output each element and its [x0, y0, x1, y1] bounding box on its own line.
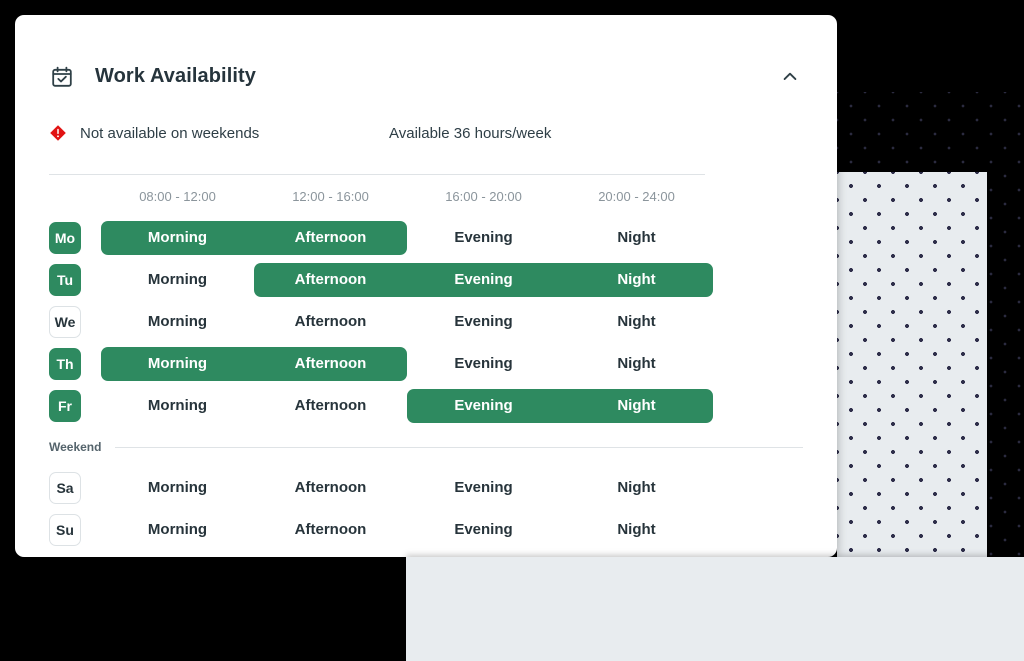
weekday-rows: Mo Morning Afternoon Evening Night Tu Morning A… — [49, 217, 803, 427]
slot-cell-th-afternoon[interactable]: Afternoon — [254, 347, 407, 381]
day-row: We Morning Afternoon Evening Night — [49, 301, 803, 343]
slot-cell-sa-morning[interactable]: Morning — [101, 471, 254, 505]
slot-cell-tu-evening[interactable]: Evening — [407, 263, 560, 297]
slot-cell-sa-evening[interactable]: Evening — [407, 471, 560, 505]
weekend-divider: Weekend — [49, 427, 803, 467]
slot-cell-su-evening[interactable]: Evening — [407, 513, 560, 547]
slot-cell-fr-night[interactable]: Night — [560, 389, 713, 423]
day-badge-tu[interactable]: Tu — [49, 264, 81, 296]
weekend-warning-text: Not available on weekends — [80, 124, 260, 142]
status-row: Not available on weekends Available 36 h… — [15, 107, 837, 159]
slot-cell-fr-afternoon[interactable]: Afternoon — [254, 389, 407, 423]
slot-header-3: 20:00 - 24:00 — [598, 188, 675, 204]
slot-cell-mo-morning[interactable]: Morning — [101, 221, 254, 255]
slot-cell-fr-morning[interactable]: Morning — [101, 389, 254, 423]
slot-track: Morning Afternoon Evening Night — [101, 513, 713, 547]
slot-header-0: 08:00 - 12:00 — [139, 188, 216, 204]
weekly-hours: Available 36 hours/week — [389, 125, 551, 142]
day-badge-th[interactable]: Th — [49, 348, 81, 380]
slot-track: Morning Afternoon Evening Night — [101, 347, 713, 381]
bottom-gray-panel — [406, 557, 1024, 661]
slot-track: Morning Afternoon Evening Night — [101, 221, 713, 255]
weekend-rule — [115, 446, 803, 448]
day-badge-su[interactable]: Su — [49, 514, 81, 546]
slot-track: Morning Afternoon Evening Night — [101, 305, 713, 339]
slot-track: Morning Afternoon Evening Night — [101, 263, 713, 297]
slot-header-2: 16:00 - 20:00 — [445, 188, 522, 204]
schedule-grid: 08:00 - 12:00 12:00 - 16:00 16:00 - 20:0… — [15, 174, 837, 551]
day-row: Mo Morning Afternoon Evening Night — [49, 217, 803, 259]
day-badge-fr[interactable]: Fr — [49, 390, 81, 422]
slot-cell-tu-afternoon[interactable]: Afternoon — [254, 263, 407, 297]
slot-header-1: 12:00 - 16:00 — [292, 188, 369, 204]
weekend-warning: Not available on weekends — [49, 124, 389, 142]
weekend-rows: Sa Morning Afternoon Evening Night Su Morning A… — [49, 467, 803, 551]
slot-cell-we-night[interactable]: Night — [560, 305, 713, 339]
slot-cell-th-morning[interactable]: Morning — [101, 347, 254, 381]
day-badge-sa[interactable]: Sa — [49, 472, 81, 504]
slot-cell-sa-night[interactable]: Night — [560, 471, 713, 505]
slot-cell-we-morning[interactable]: Morning — [101, 305, 254, 339]
day-row: Tu Morning Afternoon Evening Night — [49, 259, 803, 301]
slot-cell-mo-evening[interactable]: Evening — [407, 221, 560, 255]
slot-cell-we-afternoon[interactable]: Afternoon — [254, 305, 407, 339]
slot-cell-sa-afternoon[interactable]: Afternoon — [254, 471, 407, 505]
weekly-hours-text: Available 36 hours/week — [389, 124, 552, 142]
slot-cell-mo-night[interactable]: Night — [560, 221, 713, 255]
day-row: Fr Morning Afternoon Evening Night — [49, 385, 803, 427]
slot-cell-tu-morning[interactable]: Morning — [101, 263, 254, 297]
day-badge-we[interactable]: We — [49, 306, 81, 338]
calendar-check-icon — [49, 64, 75, 90]
weekend-label: Weekend — [49, 440, 102, 454]
slot-cell-fr-evening[interactable]: Evening — [407, 389, 560, 423]
slot-header-row: 08:00 - 12:00 12:00 - 16:00 16:00 - 20:0… — [49, 175, 803, 217]
warning-diamond-icon — [49, 124, 67, 142]
work-availability-card: Work Availability Not available on weeke… — [15, 15, 837, 557]
slot-track: Morning Afternoon Evening Night — [101, 471, 713, 505]
slot-cell-tu-night[interactable]: Night — [560, 263, 713, 297]
card-header: Work Availability — [15, 15, 837, 107]
slot-cell-su-morning[interactable]: Morning — [101, 513, 254, 547]
chevron-up-icon[interactable] — [777, 64, 803, 90]
day-row: Su Morning Afternoon Evening Night — [49, 509, 803, 551]
slot-cell-th-night[interactable]: Night — [560, 347, 713, 381]
page-title: Work Availability — [95, 65, 257, 87]
slot-cell-su-night[interactable]: Night — [560, 513, 713, 547]
slot-cell-we-evening[interactable]: Evening — [407, 305, 560, 339]
day-badge-mo[interactable]: Mo — [49, 222, 81, 254]
slot-cell-th-evening[interactable]: Evening — [407, 347, 560, 381]
slot-cell-su-afternoon[interactable]: Afternoon — [254, 513, 407, 547]
slot-track: Morning Afternoon Evening Night — [101, 389, 713, 423]
slot-cell-mo-afternoon[interactable]: Afternoon — [254, 221, 407, 255]
day-row: Th Morning Afternoon Evening Night — [49, 343, 803, 385]
bottom-black-mask — [0, 557, 406, 661]
day-row: Sa Morning Afternoon Evening Night — [49, 467, 803, 509]
